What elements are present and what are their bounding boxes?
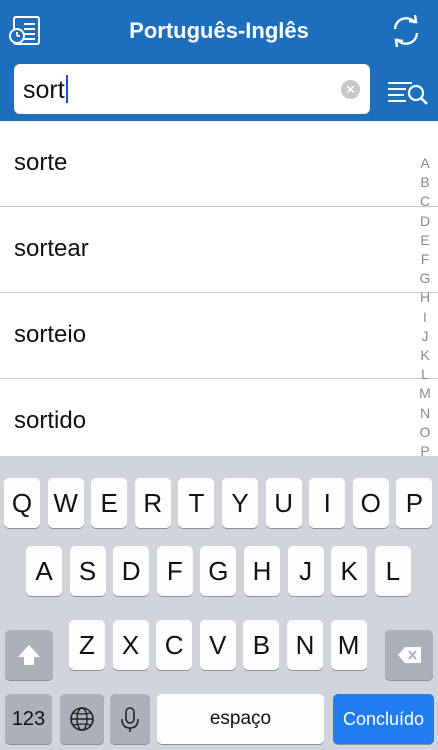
key-m[interactable]: M: [330, 620, 367, 670]
done-key[interactable]: Concluído: [333, 694, 434, 744]
shift-icon: [18, 645, 40, 665]
results-list: sorte sortear sorteio sortido: [0, 121, 438, 456]
index-letter[interactable]: G: [416, 269, 434, 288]
keyboard: 123 espaço Concluído QWERTYUIOP ASDFGHJKL…: [0, 456, 438, 750]
delete-key[interactable]: [385, 630, 433, 680]
page-title: Português-Inglês: [129, 18, 309, 43]
list-item-label: sorte: [14, 149, 68, 176]
index-letter[interactable]: L: [416, 365, 434, 384]
key-u[interactable]: U: [265, 478, 302, 528]
key-v[interactable]: V: [199, 620, 236, 670]
list-item[interactable]: sortido: [0, 379, 438, 456]
key-c[interactable]: C: [156, 620, 193, 670]
index-letter[interactable]: N: [416, 404, 434, 423]
numbers-key[interactable]: 123: [5, 694, 52, 744]
index-letter[interactable]: H: [416, 288, 434, 307]
index-letter[interactable]: J: [416, 327, 434, 346]
globe-icon: [70, 707, 94, 731]
key-o[interactable]: O: [352, 478, 389, 528]
index-letter[interactable]: K: [416, 346, 434, 365]
key-p[interactable]: P: [396, 478, 433, 528]
search-input[interactable]: sort: [23, 75, 68, 105]
delete-icon: [398, 647, 421, 663]
space-key[interactable]: espaço: [157, 694, 324, 744]
key-z[interactable]: Z: [69, 620, 105, 670]
key-j[interactable]: J: [287, 546, 324, 596]
key-s[interactable]: S: [69, 546, 106, 596]
microphone-icon: [121, 707, 139, 732]
list-item[interactable]: sorte: [0, 121, 438, 207]
search-input-value: sort: [23, 76, 65, 104]
index-letter[interactable]: D: [416, 212, 434, 231]
key-a[interactable]: A: [26, 546, 62, 596]
key-r[interactable]: R: [134, 478, 171, 528]
list-item-label: sorteio: [14, 321, 87, 348]
alphabet-index[interactable]: ABCDEFGHIJKLMNOP: [416, 154, 434, 461]
index-letter[interactable]: B: [416, 173, 434, 192]
key-h[interactable]: H: [244, 546, 280, 596]
key-n[interactable]: N: [287, 620, 323, 670]
index-letter[interactable]: I: [416, 308, 434, 327]
list-search-icon[interactable]: [386, 76, 430, 106]
key-w[interactable]: W: [47, 478, 84, 528]
index-letter[interactable]: M: [416, 384, 434, 403]
key-x[interactable]: X: [112, 620, 149, 670]
header-bar: Português-Inglês sort ×: [0, 0, 438, 121]
index-letter[interactable]: O: [416, 423, 434, 442]
list-item[interactable]: sorteio: [0, 293, 438, 379]
text-caret: [65, 75, 68, 103]
key-g[interactable]: G: [200, 546, 237, 596]
list-item-label: sortido: [14, 407, 87, 434]
key-l[interactable]: L: [374, 546, 411, 596]
clear-icon[interactable]: ×: [341, 80, 360, 99]
key-i[interactable]: I: [309, 478, 346, 528]
globe-key[interactable]: [60, 694, 104, 744]
key-f[interactable]: F: [156, 546, 193, 596]
key-e[interactable]: E: [91, 478, 128, 528]
index-letter[interactable]: F: [416, 250, 434, 269]
index-letter[interactable]: A: [416, 154, 434, 173]
index-letter[interactable]: C: [416, 192, 434, 211]
index-letter[interactable]: E: [416, 231, 434, 250]
key-y[interactable]: Y: [222, 478, 258, 528]
shift-key[interactable]: [5, 630, 53, 680]
list-item-label: sortear: [14, 235, 89, 262]
key-t[interactable]: T: [178, 478, 215, 528]
list-item[interactable]: sortear: [0, 207, 438, 293]
key-b[interactable]: B: [243, 620, 280, 670]
key-k[interactable]: K: [331, 546, 368, 596]
search-field[interactable]: sort ×: [14, 64, 370, 114]
microphone-key[interactable]: [110, 694, 150, 744]
key-q[interactable]: Q: [4, 478, 40, 528]
swap-direction-icon[interactable]: [389, 14, 423, 48]
key-d[interactable]: D: [113, 546, 150, 596]
